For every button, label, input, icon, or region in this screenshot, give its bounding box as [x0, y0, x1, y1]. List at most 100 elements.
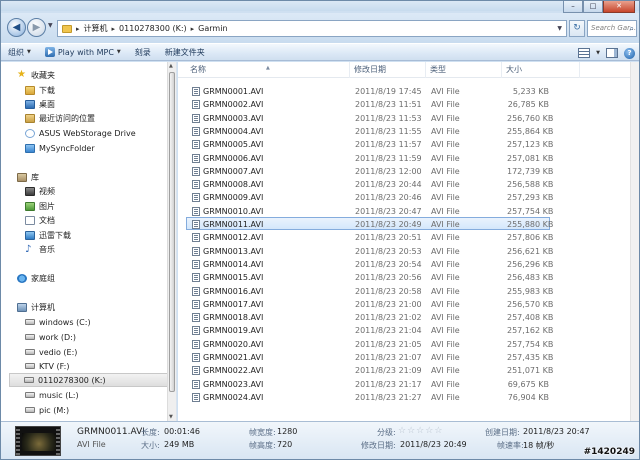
file-row[interactable]: GRMN0014.AVI 2011/8/23 20:54 AVI File 256,2…	[186, 257, 553, 270]
file-row[interactable]: GRMN0009.AVI 2011/8/23 20:46 AVI File 257,2…	[186, 190, 553, 203]
file-row[interactable]: GRMN0015.AVI 2011/8/23 20:56 AVI File 256,4…	[186, 270, 553, 283]
file-row[interactable]: GRMN0019.AVI 2011/8/23 21:04 AVI File 257,1…	[186, 323, 553, 336]
file-row[interactable]: GRMN0017.AVI 2011/8/23 21:00 AVI File 256,5…	[186, 297, 553, 310]
breadcrumb-computer[interactable]: 计算机	[84, 23, 108, 34]
created-value: 2011/8/23 20:47	[523, 427, 590, 436]
chevron-right-icon[interactable]: ▸	[76, 25, 80, 33]
nav-music[interactable]: ♪ 音乐	[25, 242, 176, 256]
nav-drive-f[interactable]: KTV (F:)	[25, 359, 176, 373]
close-button[interactable]: ✕	[603, 1, 635, 13]
nav-thunder-downloads[interactable]: 迅雷下载	[25, 228, 176, 242]
chevron-right-icon[interactable]: ▸	[191, 25, 195, 33]
nav-downloads[interactable]: 下载	[25, 83, 176, 97]
file-row[interactable]: GRMN0007.AVI 2011/8/23 12:00 AVI File 172,7…	[186, 164, 553, 177]
burn-button[interactable]: 刻录	[128, 43, 158, 61]
search-input[interactable]: Search Gar... ⌕	[587, 20, 637, 37]
breadcrumb-garmin[interactable]: Garmin	[198, 24, 227, 33]
scroll-up-arrow-icon[interactable]: ▲	[169, 63, 173, 69]
file-row[interactable]: GRMN0016.AVI 2011/8/23 20:58 AVI File 255,9…	[186, 284, 553, 297]
nav-scrollbar[interactable]: ▲ ▼	[167, 62, 176, 421]
column-header-date[interactable]: 修改日期	[350, 62, 426, 78]
column-header-type[interactable]: 类型	[426, 62, 502, 78]
play-with-mpc-button[interactable]: Play with MPC ▼	[38, 43, 128, 61]
column-header-size[interactable]: 大小	[502, 62, 580, 78]
nav-desktop[interactable]: 桌面	[25, 97, 176, 111]
modified-label: 修改日期:	[361, 441, 396, 450]
nav-videos[interactable]: 视频	[25, 184, 176, 198]
nav-drive-m[interactable]: pic (M:)	[25, 403, 176, 417]
nav-homegroup[interactable]: 家庭组	[17, 271, 176, 285]
nav-libraries[interactable]: 库	[17, 170, 176, 184]
file-size: 257,806 KB	[507, 233, 554, 243]
chevron-down-icon[interactable]: ▼	[596, 50, 600, 56]
file-list-scrollbar[interactable]	[630, 62, 639, 421]
rating-stars[interactable]: ☆ ☆ ☆ ☆ ☆	[398, 427, 442, 436]
nav-recent[interactable]: 最近访问的位置	[25, 111, 176, 125]
new-folder-button[interactable]: 新建文件夹	[158, 43, 212, 61]
command-bar: 组织 ▼ Play with MPC ▼ 刻录 新建文件夹 ▼ ?	[1, 43, 639, 61]
star-icon[interactable]: ☆	[398, 427, 406, 436]
file-row[interactable]: GRMN0002.AVI 2011/8/23 11:51 AVI File 26,78…	[186, 97, 550, 110]
minimize-button[interactable]: –	[563, 1, 583, 13]
file-date: 2011/8/23 21:05	[355, 339, 422, 349]
recent-pages-dropdown[interactable]: ▼	[48, 22, 53, 29]
file-date: 2011/8/23 20:54	[355, 259, 422, 269]
file-type: AVI File	[431, 273, 460, 283]
file-row[interactable]: GRMN0001.AVI 2011/8/19 17:45 AVI File 5,233…	[186, 84, 550, 97]
back-button[interactable]: ◀	[7, 18, 26, 37]
frame-rate-value: 18 帧/秒	[523, 441, 555, 450]
nav-documents[interactable]: 文档	[25, 213, 176, 227]
help-icon[interactable]: ?	[624, 47, 635, 59]
address-dropdown[interactable]: ▼	[557, 25, 562, 32]
breadcrumb-drive-k[interactable]: 0110278300 (K:)	[119, 24, 187, 33]
search-icon[interactable]: ⌕	[630, 21, 634, 36]
change-view-icon[interactable]	[578, 48, 591, 58]
scroll-down-arrow-icon[interactable]: ▼	[169, 414, 173, 420]
file-row[interactable]: GRMN0012.AVI 2011/8/23 20:51 AVI File 257,8…	[186, 230, 554, 243]
file-row[interactable]: GRMN0006.AVI 2011/8/23 11:59 AVI File 257,0…	[186, 151, 553, 164]
file-size: 5,233 KB	[512, 87, 549, 96]
file-row[interactable]: GRMN0005.AVI 2011/8/23 11:57 AVI File 257,1…	[186, 137, 553, 150]
nav-asus-webstorage[interactable]: ASUS WebStorage Drive	[25, 126, 176, 140]
nav-pictures[interactable]: 图片	[25, 199, 176, 213]
file-row[interactable]: GRMN0010.AVI 2011/8/23 20:47 AVI File 257,7…	[186, 204, 553, 217]
nav-mysyncfolder[interactable]: MySyncFolder	[25, 141, 176, 155]
file-row[interactable]: GRMN0004.AVI 2011/8/23 11:55 AVI File 255,8…	[186, 124, 553, 137]
forward-button[interactable]: ▶	[27, 18, 46, 37]
nav-favorites[interactable]: ★ 收藏夹	[17, 68, 176, 82]
nav-scroll-thumb[interactable]	[169, 72, 175, 392]
organize-button[interactable]: 组织 ▼	[1, 43, 38, 61]
file-date: 2011/8/23 20:47	[355, 206, 422, 216]
file-row[interactable]: GRMN0024.AVI 2011/8/23 21:27 AVI File 76,90…	[186, 390, 550, 403]
star-icon[interactable]: ☆	[425, 427, 433, 436]
chevron-right-icon[interactable]: ▸	[112, 25, 116, 33]
file-type: AVI File	[431, 246, 460, 256]
column-header-name[interactable]: 名称 ▲	[186, 62, 350, 78]
refresh-button[interactable]: ↻	[569, 20, 585, 37]
file-row[interactable]: GRMN0013.AVI 2011/8/23 20:53 AVI File 256,6…	[186, 244, 553, 257]
star-icon[interactable]: ☆	[416, 427, 424, 436]
navigation-pane: ★ 收藏夹 下载 桌面 最近访问的位置 ASUS WebStorage Driv…	[1, 62, 177, 421]
nav-sync-label: MySyncFolder	[39, 143, 95, 153]
star-icon[interactable]: ☆	[407, 427, 415, 436]
file-row[interactable]: GRMN0023.AVI 2011/8/23 21:17 AVI File 69,67…	[186, 377, 550, 390]
file-row[interactable]: GRMN0008.AVI 2011/8/23 20:44 AVI File 256,5…	[186, 177, 553, 190]
preview-pane-icon[interactable]	[606, 48, 618, 58]
file-row[interactable]: GRMN0021.AVI 2011/8/23 21:07 AVI File 257,4…	[186, 350, 553, 363]
nav-computer[interactable]: 计算机	[17, 300, 176, 314]
nav-drive-e[interactable]: vedio (E:)	[25, 345, 176, 359]
nav-drive-l[interactable]: music (L:)	[25, 388, 176, 402]
address-bar[interactable]: ▸ 计算机 ▸ 0110278300 (K:) ▸ Garmin ▼	[57, 20, 567, 37]
file-row[interactable]: GRMN0022.AVI 2011/8/23 21:09 AVI File 251,0…	[186, 363, 553, 376]
file-row[interactable]: GRMN0018.AVI 2011/8/23 21:02 AVI File 257,4…	[186, 310, 553, 323]
nav-drive-c[interactable]: windows (C:)	[25, 315, 176, 329]
avi-file-icon	[192, 206, 200, 216]
star-icon[interactable]: ☆	[434, 427, 442, 436]
avi-file-icon	[192, 220, 200, 229]
nav-drive-d[interactable]: work (D:)	[25, 330, 176, 344]
file-row[interactable]: GRMN0020.AVI 2011/8/23 21:05 AVI File 257,7…	[186, 337, 553, 350]
nav-drive-k[interactable]: 0110278300 (K:)	[9, 373, 169, 387]
file-row[interactable]: GRMN0003.AVI 2011/8/23 11:53 AVI File 256,7…	[186, 111, 553, 124]
maximize-button[interactable]: □	[583, 1, 603, 13]
file-row[interactable]: GRMN0011.AVI 2011/8/23 20:49 AVI File 255,8…	[186, 217, 553, 230]
